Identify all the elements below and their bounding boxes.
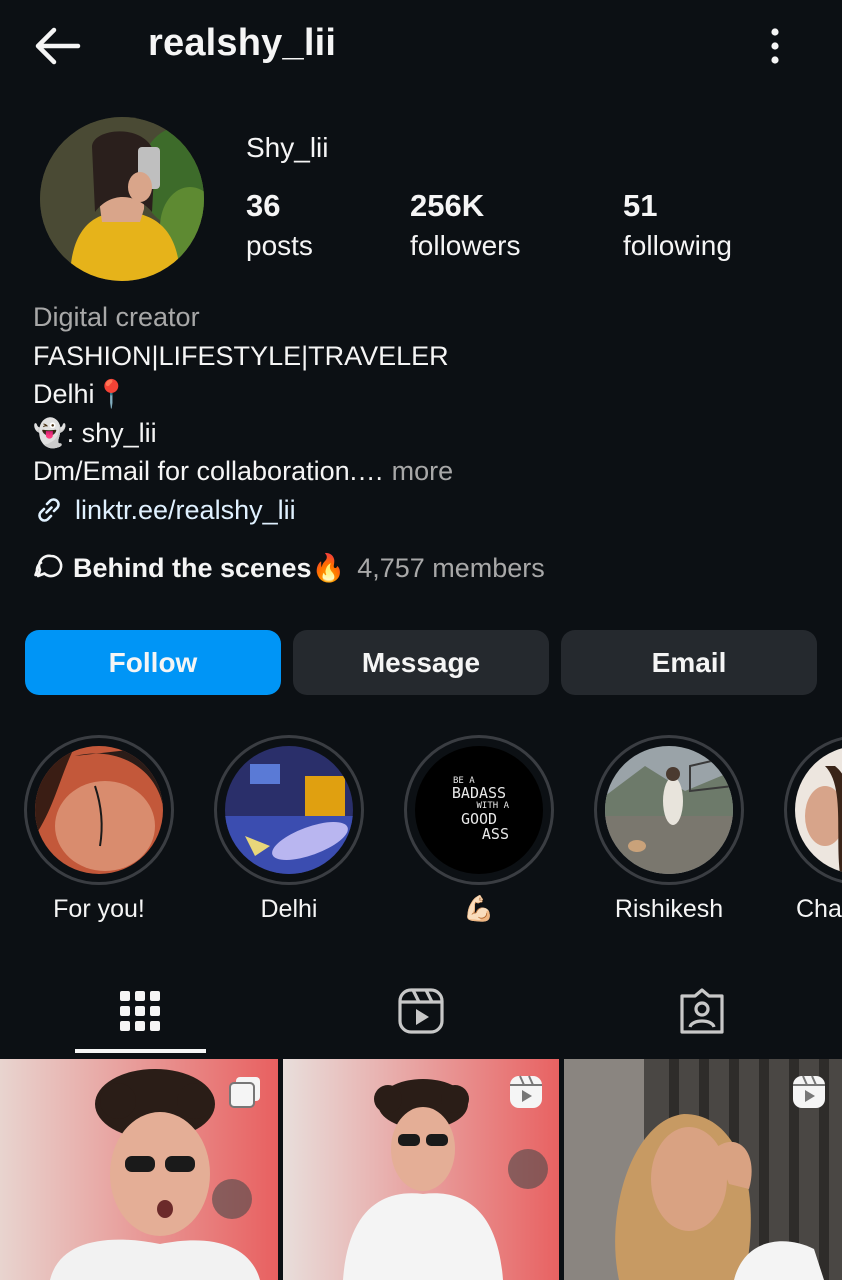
highlight-cover: BE A BADASS WITH A GOOD ASS: [415, 746, 543, 874]
highlight-cover: [225, 746, 353, 874]
posts-value: 36: [246, 188, 281, 223]
grid-icon: [120, 991, 160, 1031]
story-highlight[interactable]: BE A BADASS WITH A GOOD ASS 💪🏻: [404, 735, 554, 924]
back-arrow-icon[interactable]: [30, 22, 86, 70]
more-options-icon[interactable]: [758, 22, 792, 70]
highlight-cover: [795, 746, 842, 874]
link-icon: [38, 498, 60, 523]
profile-username: realshy_lii: [148, 22, 337, 64]
highlight-label: Delhi: [260, 895, 318, 923]
display-name: Shy_lii: [246, 132, 329, 163]
reel-icon: [510, 1075, 542, 1108]
story-highlight[interactable]: Char: [784, 735, 842, 924]
bio-line: Delhi📍: [33, 379, 129, 410]
post-thumbnail[interactable]: [0, 1059, 278, 1280]
posts-grid: [0, 1059, 842, 1280]
active-tab-indicator: [75, 1049, 206, 1053]
bio-line-text: Dm/Email for collaboration.…: [33, 456, 385, 487]
reel-icon: [793, 1075, 825, 1108]
bio-link-text: linktr.ee/realshy_lii: [75, 494, 296, 525]
following-count[interactable]: 51 following: [623, 188, 732, 268]
followers-count[interactable]: 256K followers: [410, 188, 520, 268]
profile-bio: Digital creator FASHION|LIFESTYLE|TRAVEL…: [33, 298, 813, 530]
reels-icon: [398, 988, 444, 1034]
channel-icon: [34, 554, 63, 578]
highlight-cover: [605, 746, 733, 874]
bio-line: FASHION|LIFESTYLE|TRAVELER: [33, 340, 449, 371]
bio-link[interactable]: linktr.ee/realshy_lii: [33, 491, 813, 530]
category-label: Digital creator: [33, 302, 200, 332]
highlight-ring: [214, 735, 364, 885]
cover-text: BADASS: [451, 784, 507, 803]
broadcast-channel[interactable]: Behind the scenes🔥 4,757 members: [33, 552, 545, 584]
story-highlight[interactable]: Rishikesh: [594, 735, 744, 924]
email-button[interactable]: Email: [561, 630, 817, 695]
carousel-icon: [229, 1077, 260, 1108]
bio-line: 👻: shy_lii: [33, 417, 157, 448]
tagged-icon: [680, 988, 724, 1034]
post-thumbnail[interactable]: [564, 1059, 842, 1280]
highlight-ring: [784, 735, 842, 885]
channel-members: 4,757 members: [357, 552, 545, 583]
highlight-ring: BE A BADASS WITH A GOOD ASS: [404, 735, 554, 885]
highlight-cover: [35, 746, 163, 874]
highlight-label: Rishikesh: [614, 895, 724, 923]
follow-button[interactable]: Follow: [25, 630, 281, 695]
cover-text: ASS: [481, 825, 509, 844]
posts-label: posts: [246, 230, 313, 261]
highlight-ring: [24, 735, 174, 885]
channel-name: Behind the scenes🔥: [73, 553, 346, 583]
highlight-label: 💪🏻: [463, 895, 495, 923]
highlight-label: For you!: [53, 895, 145, 923]
message-button[interactable]: Message: [293, 630, 549, 695]
tab-tagged[interactable]: [636, 968, 768, 1054]
story-highlight[interactable]: Delhi: [214, 735, 364, 924]
highlight-label: Char: [796, 895, 842, 923]
tab-posts-grid[interactable]: [74, 968, 206, 1054]
highlight-ring: [594, 735, 744, 885]
post-thumbnail[interactable]: [283, 1059, 559, 1280]
bio-line: Dm/Email for collaboration.… more: [33, 452, 813, 491]
posts-count[interactable]: 36 posts: [246, 188, 313, 268]
following-label: following: [623, 230, 732, 261]
top-bar: realshy_lii: [0, 0, 842, 92]
profile-avatar[interactable]: [40, 117, 204, 281]
following-value: 51: [623, 188, 658, 223]
more-link[interactable]: more: [392, 456, 454, 486]
profile-tabs: [0, 968, 842, 1058]
tab-reels[interactable]: [355, 968, 487, 1054]
story-highlight[interactable]: For you!: [24, 735, 174, 924]
followers-value: 256K: [410, 188, 485, 223]
followers-label: followers: [410, 230, 521, 261]
